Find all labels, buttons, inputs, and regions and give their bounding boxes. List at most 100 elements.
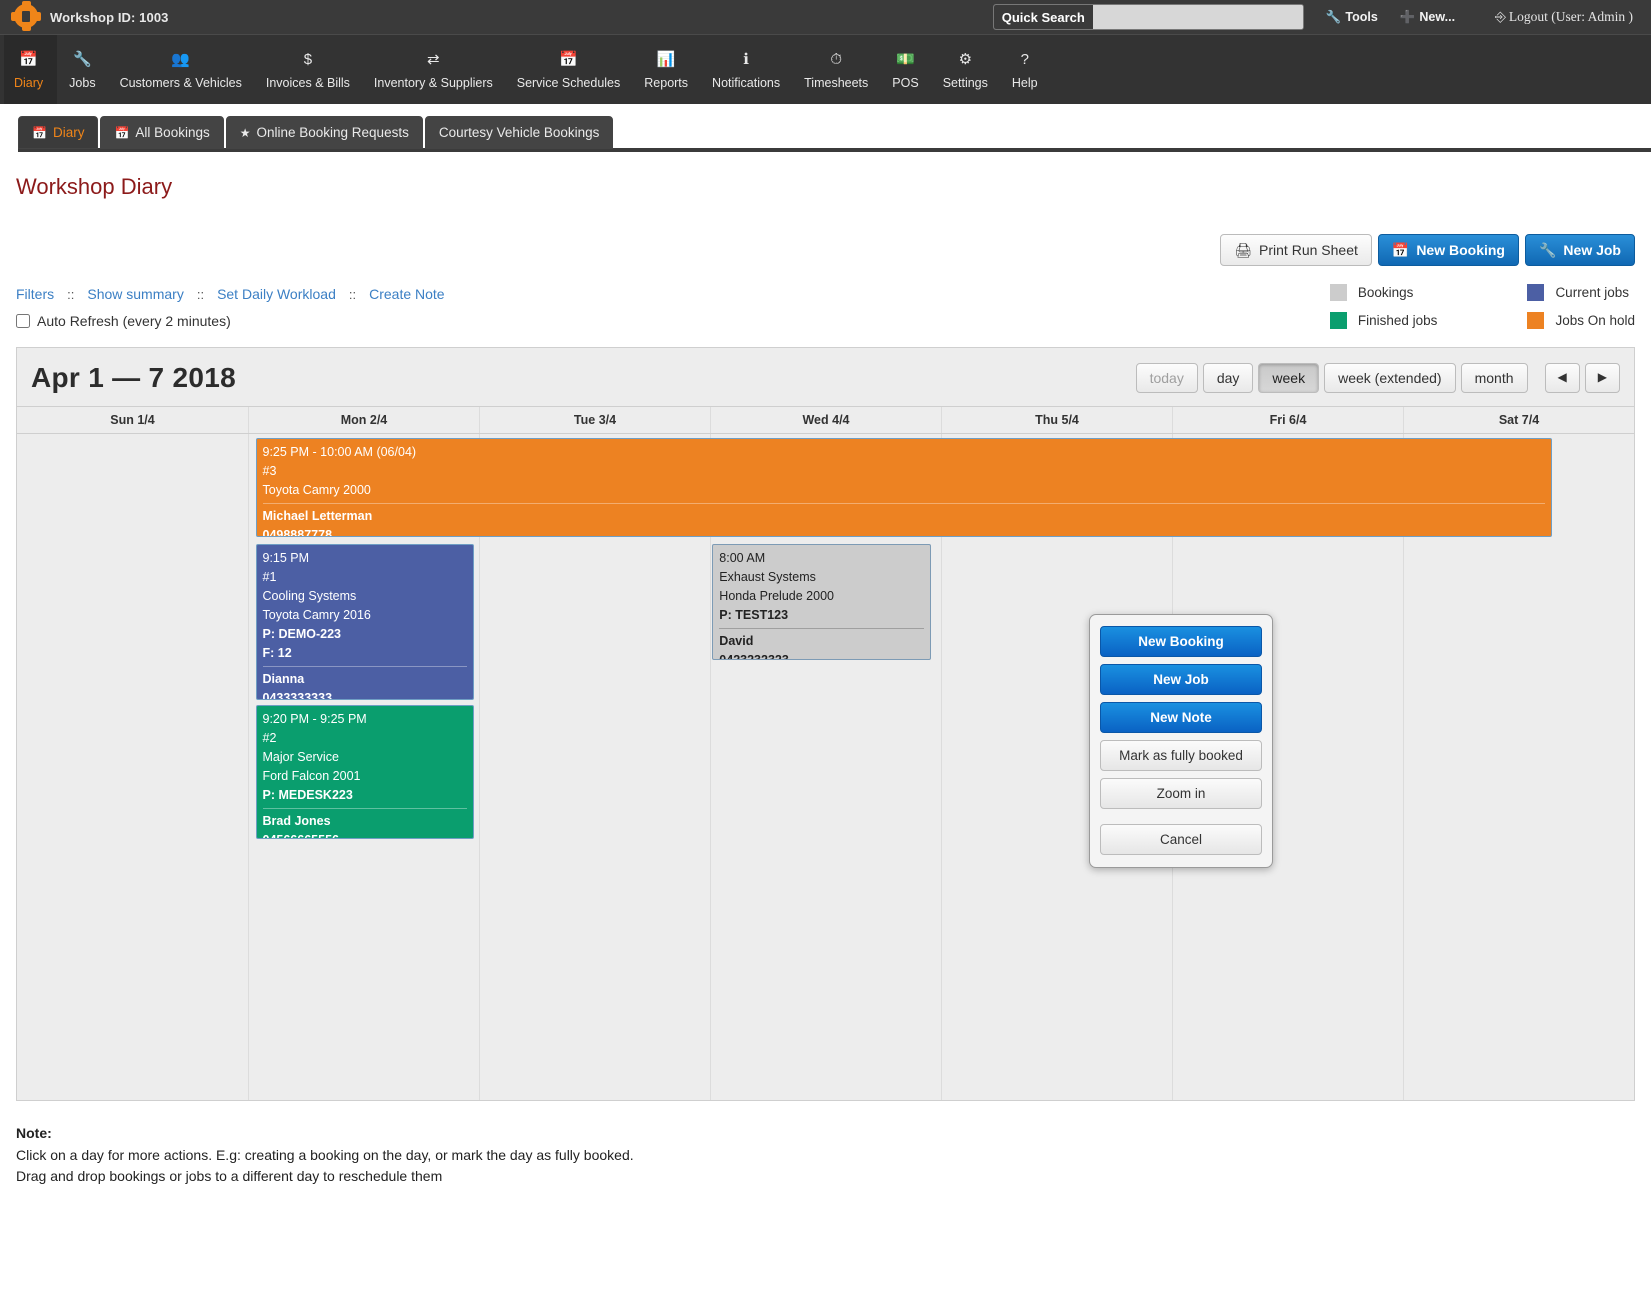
new-menu[interactable]: ➕ New... — [1400, 10, 1455, 24]
nav-item-label: POS — [892, 76, 919, 90]
calendar-event[interactable]: 9:20 PM - 9:25 PM #2 Major Service Ford Fal… — [255, 705, 474, 839]
wrench-icon: 🔧 — [1325, 9, 1342, 24]
calendar-day-header: Sat 7/4 — [1403, 407, 1634, 433]
note-line-2: Drag and drop bookings or jobs to a diff… — [16, 1168, 443, 1185]
logout-label: Logout (User: Admin ) — [1508, 9, 1633, 24]
workshop-id-label: Workshop ID: 1003 — [50, 9, 169, 25]
nav-item-invoices-bills[interactable]: $ Invoices & Bills — [254, 35, 362, 105]
popup-new-job-button[interactable]: New Job — [1100, 664, 1262, 695]
popup-new-booking-button[interactable]: New Booking — [1100, 626, 1262, 657]
nav-item-label: Inventory & Suppliers — [373, 76, 493, 90]
wrench-icon: 🔧 — [1538, 242, 1557, 258]
print-run-sheet-label: Print Run Sheet — [1259, 242, 1358, 258]
nav-item-help[interactable]: ? Help — [1000, 35, 1050, 105]
calendar-view-month[interactable]: month — [1460, 363, 1528, 393]
new-job-button[interactable]: 🔧 New Job — [1524, 234, 1635, 266]
new-job-label: New Job — [1563, 242, 1621, 258]
tab-online-booking-requests[interactable]: ★ Online Booking Requests — [225, 116, 423, 149]
legend-item: Jobs On hold — [1527, 312, 1635, 329]
legend-label: Bookings — [1357, 285, 1414, 300]
nav-item-service-schedules[interactable]: 📅 Service Schedules — [505, 35, 633, 105]
event-divider — [719, 628, 924, 629]
nav-item-pos[interactable]: 💵 POS — [880, 35, 930, 105]
event-line: #1 — [262, 570, 277, 584]
popup-new-note-button[interactable]: New Note — [1100, 702, 1262, 733]
nav-item-customers-vehicles[interactable]: 👥 Customers & Vehicles — [108, 35, 254, 105]
event-line: 0423232323 — [719, 653, 789, 660]
cash-icon: 💵 — [896, 51, 915, 68]
nav-item-notifications[interactable]: ℹ Notifications — [700, 35, 792, 105]
popup-zoom-in-button[interactable]: Zoom in — [1100, 778, 1262, 809]
calendar-view-day[interactable]: day — [1202, 363, 1254, 393]
nav-item-label: Jobs — [69, 76, 96, 90]
nav-item-reports[interactable]: 📊 Reports — [632, 35, 700, 105]
nav-item-label: Diary — [14, 76, 44, 90]
nav-item-diary[interactable]: 📅 Diary — [4, 35, 58, 105]
tab-label: Online Booking Requests — [256, 125, 409, 140]
users-icon: 👥 — [171, 51, 191, 68]
logout-icon: ⎆ — [1495, 9, 1506, 25]
filter-link-create-note[interactable]: Create Note — [369, 286, 444, 302]
quick-search[interactable]: Quick Search — [992, 4, 1304, 30]
search-input[interactable] — [1092, 5, 1303, 29]
event-line: Exhaust Systems — [719, 570, 816, 584]
popup-cancel-button[interactable]: Cancel — [1100, 824, 1262, 855]
nav-item-inventory-suppliers[interactable]: ⇄ Inventory & Suppliers — [362, 35, 505, 105]
calendar-view-today[interactable]: today — [1135, 363, 1198, 393]
event-line: 9:20 PM - 9:25 PM — [262, 712, 367, 726]
tab-label: Courtesy Vehicle Bookings — [438, 125, 600, 140]
legend-swatch — [1527, 284, 1545, 301]
nav-item-timesheets[interactable]: ⏱ Timesheets — [792, 35, 880, 105]
event-line: #3 — [262, 464, 277, 478]
event-line: 04566665556 — [263, 831, 467, 838]
filter-link-show-summary[interactable]: Show summary — [87, 286, 183, 302]
top-bar: Workshop ID: 1003 Quick Search 🔧 Tools ➕… — [0, 0, 1651, 34]
print-run-sheet-button[interactable]: 🖨 Print Run Sheet — [1220, 234, 1372, 266]
app-logo — [11, 1, 41, 31]
gear-icon — [11, 1, 41, 31]
calendar-event[interactable]: 9:15 PM #1 Cooling Systems Toyota Camry 201… — [255, 544, 474, 700]
nav-item-settings[interactable]: ⚙ Settings — [931, 35, 1000, 105]
calendar-view-week-extended[interactable]: week (extended) — [1324, 363, 1456, 393]
event-line: David — [719, 634, 754, 648]
calendar-day-header: Wed 4/4 — [710, 407, 941, 433]
exchange-icon: ⇄ — [427, 51, 440, 68]
calendar-prev-button[interactable]: ◀ — [1544, 363, 1580, 393]
calendar-icon: 📅 — [1391, 242, 1410, 258]
calendar-event[interactable]: 8:00 AM Exhaust Systems Honda Prelude 2000… — [712, 544, 931, 660]
filter-links: Filters:: Show summary:: Set Daily Workloa… — [16, 286, 445, 302]
status-legend: Bookings Current jobs Finished jobs Jobs On… — [1329, 284, 1635, 329]
new-label: New... — [1419, 10, 1456, 24]
filter-separator: :: — [348, 286, 357, 302]
calendar-day-header: Sun 1/4 — [110, 413, 155, 427]
event-line: Toyota Camry 2016 — [262, 608, 371, 622]
calendar-view-week[interactable]: week — [1258, 363, 1320, 393]
nav-item-label: Reports — [644, 76, 689, 90]
calendar-next-button[interactable]: ▶ — [1584, 363, 1620, 393]
calendar-day-header: Mon 2/4 — [248, 407, 479, 433]
new-booking-label: New Booking — [1416, 242, 1505, 258]
main-navigation: 📅 Diary 🔧 Jobs 👥 Customers & Vehicles $ Invoice… — [0, 34, 1651, 105]
event-line: Major Service — [262, 750, 339, 764]
tab-courtesy-vehicle-bookings[interactable]: Courtesy Vehicle Bookings — [424, 116, 614, 149]
calendar-day-column-sun[interactable] — [17, 434, 248, 1100]
question-icon: ? — [1020, 51, 1029, 68]
legend-label: Current jobs — [1555, 285, 1629, 300]
tab-list: 📅 Diary 📅 All Bookings ★ Online Booking Reque… — [18, 116, 1651, 149]
auto-refresh-checkbox[interactable] — [16, 314, 30, 328]
popup-mark-as-fully-booked-button[interactable]: Mark as fully booked — [1100, 740, 1262, 771]
nav-item-jobs[interactable]: 🔧 Jobs — [57, 35, 107, 105]
tab-all-bookings[interactable]: 📅 All Bookings — [100, 116, 224, 149]
tab-strip: 📅 Diary 📅 All Bookings ★ Online Booking Reque… — [0, 104, 1651, 152]
logout-link[interactable]: ⎆ Logout (User: Admin ) — [1495, 9, 1633, 25]
filter-link-set-daily-workload[interactable]: Set Daily Workload — [217, 286, 336, 302]
filter-link-filters[interactable]: Filters — [16, 286, 54, 302]
new-booking-button[interactable]: 📅 New Booking — [1377, 234, 1519, 266]
event-line: 9:15 PM — [262, 551, 310, 565]
top-bar-right: Quick Search 🔧 Tools ➕ New... ⎆ Logout (… — [992, 0, 1651, 34]
tools-menu[interactable]: 🔧 Tools — [1326, 10, 1378, 24]
calendar-day-header: Thu 5/4 — [941, 407, 1172, 433]
star-icon: ★ — [239, 125, 251, 140]
calendar-event[interactable]: 9:25 PM - 10:00 AM (06/04) #3 Toyota Camry… — [255, 438, 1553, 537]
tab-diary[interactable]: 📅 Diary — [18, 116, 99, 149]
